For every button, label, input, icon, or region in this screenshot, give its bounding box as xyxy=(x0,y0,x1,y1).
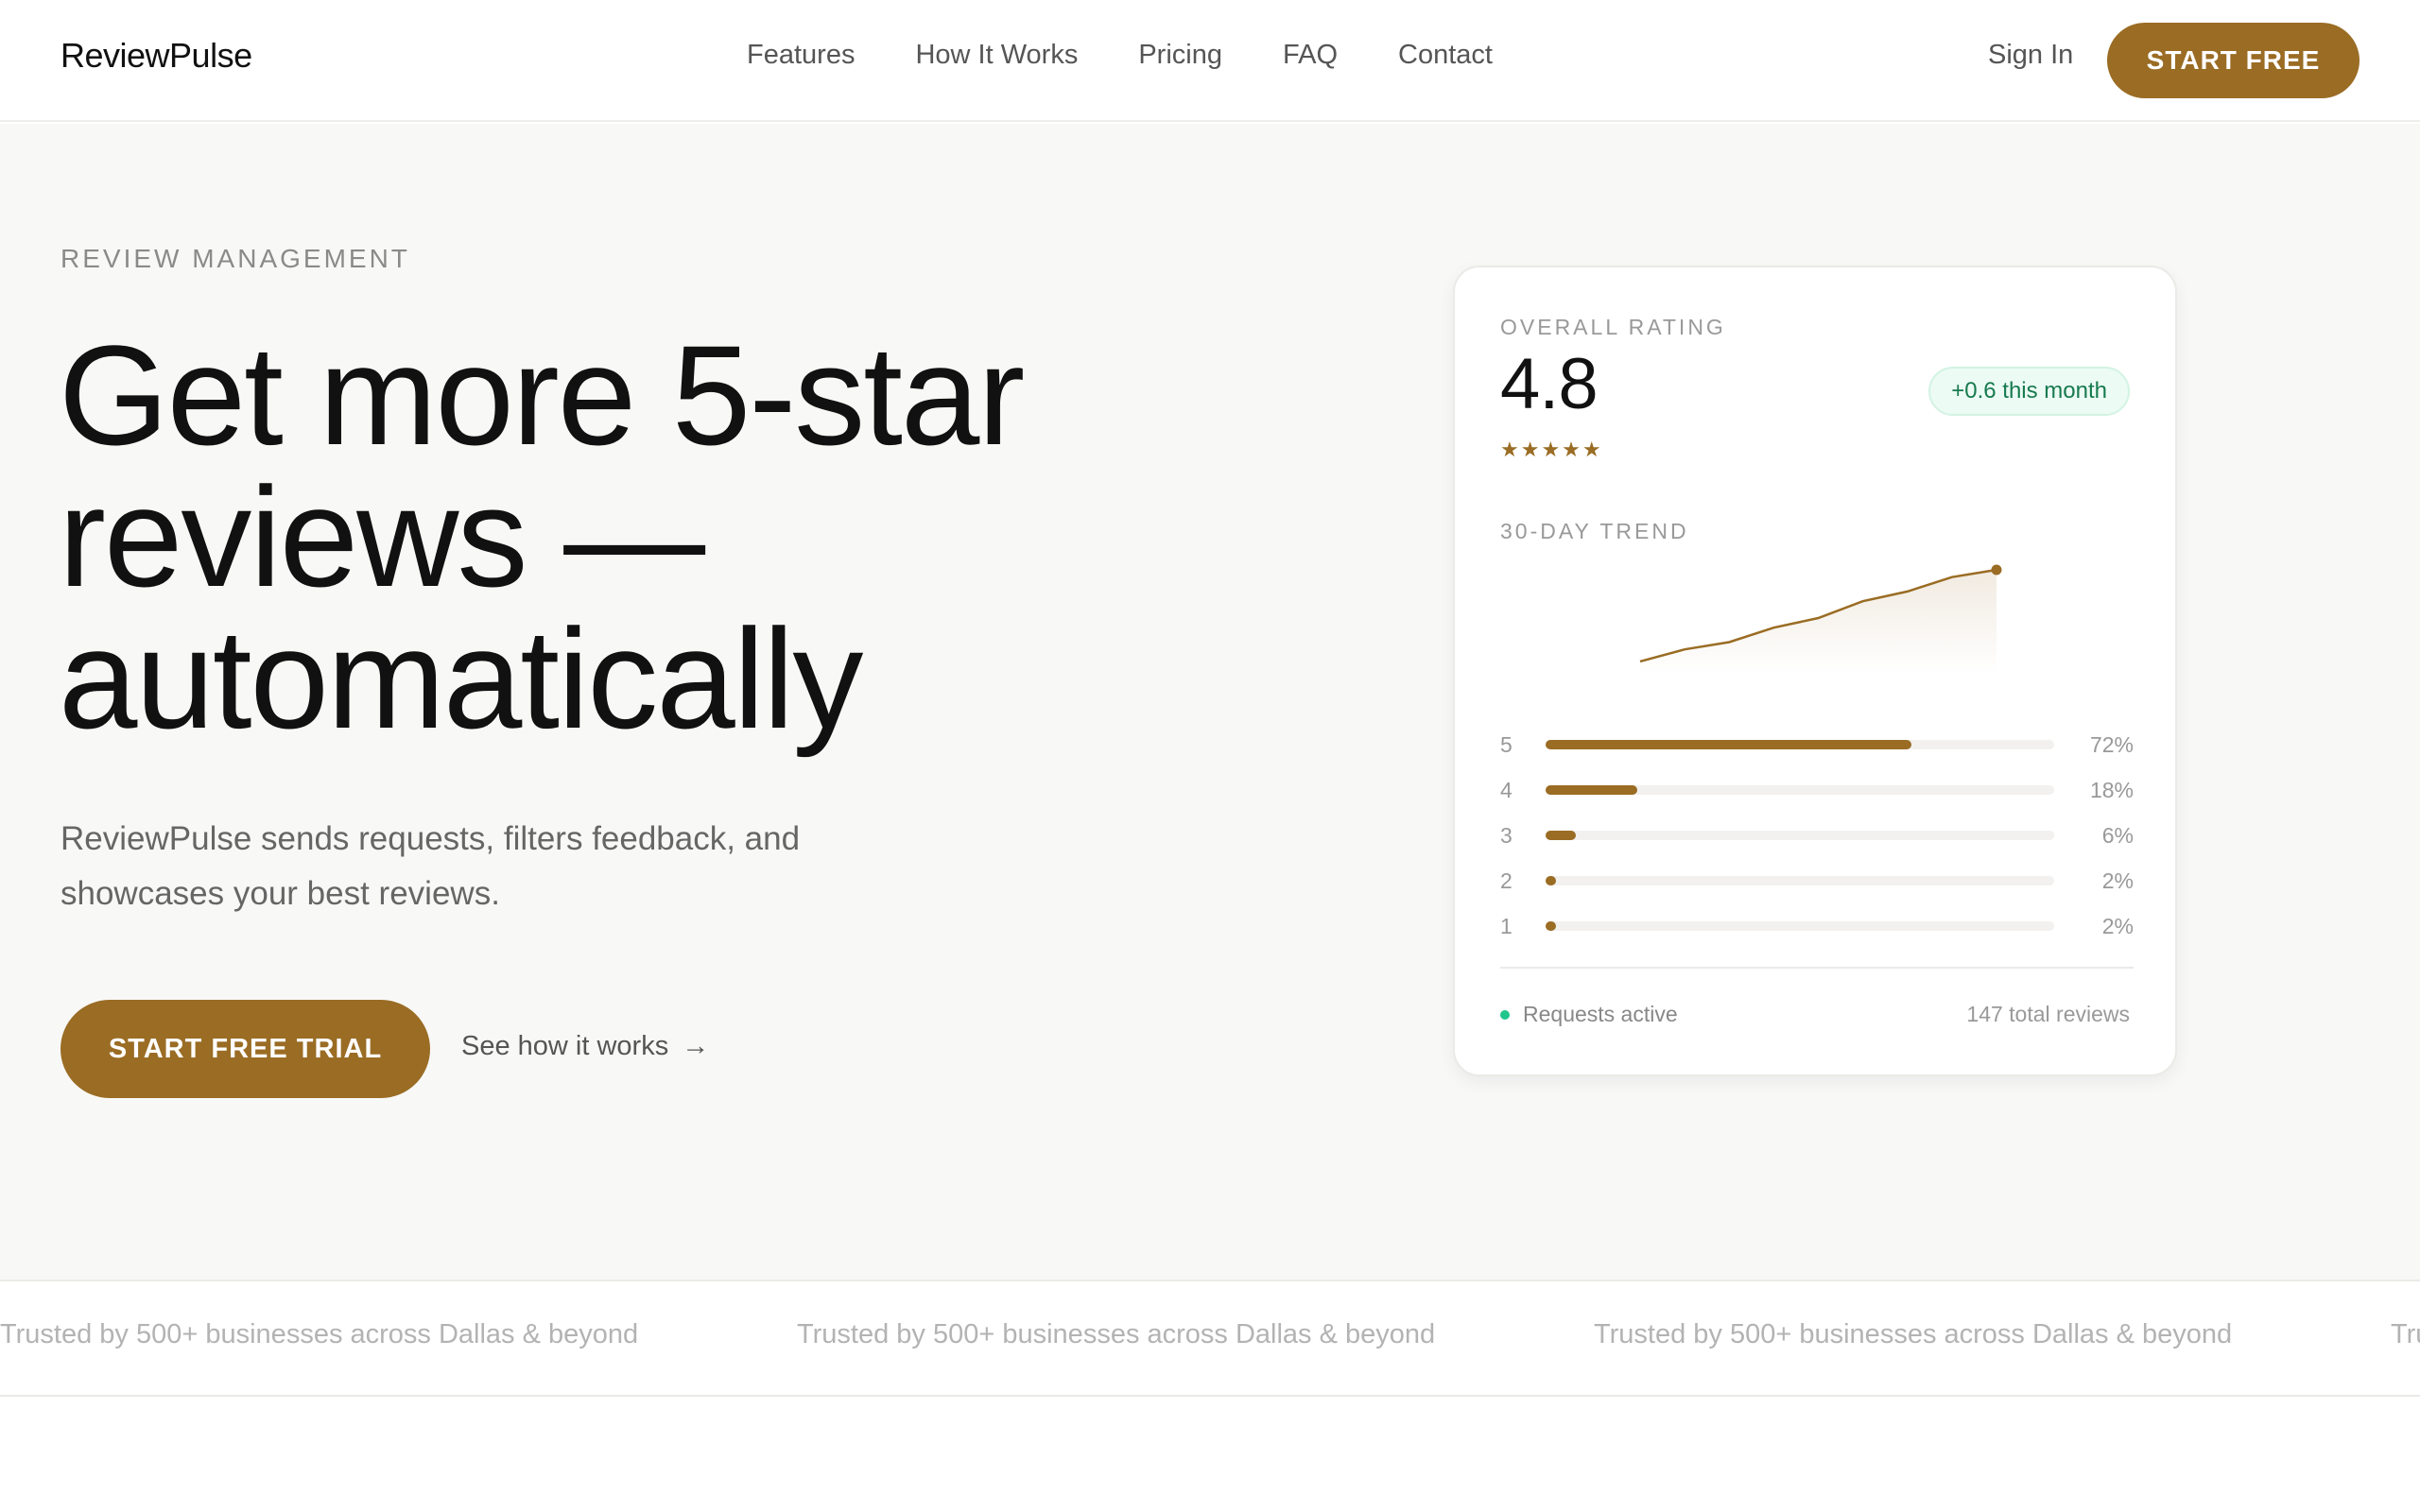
distribution-track xyxy=(1546,785,2054,795)
nav-links: Features How It Works Pricing FAQ Contac… xyxy=(747,40,1493,71)
trust-text: Trusted by 500+ businesses across Dallas… xyxy=(797,1319,1436,1349)
distribution-track xyxy=(1546,921,2054,931)
see-how-it-works-link[interactable]: See how it works → xyxy=(461,1031,709,1062)
distribution-stars: 4 xyxy=(1500,778,1512,802)
hero-subtext: ReviewPulse sends requests, filters feed… xyxy=(60,820,801,912)
top-navbar: ReviewPulse Features How It Works Pricin… xyxy=(0,0,2420,122)
distribution-stars: 2 xyxy=(1500,868,1512,893)
hero-eyebrow: REVIEW MANAGEMENT xyxy=(60,244,410,273)
trend-endpoint xyxy=(1991,564,2002,576)
distribution-percent: 2% xyxy=(2101,914,2134,938)
trust-text: Trusted by 500+ businesses across Dallas… xyxy=(2391,1319,2420,1349)
rating-change-badge: +0.6 this month xyxy=(1928,367,2130,416)
requests-status: Requests active xyxy=(1500,1002,1678,1027)
distribution-percent: 72% xyxy=(2089,732,2134,757)
distribution-fill xyxy=(1546,921,1556,931)
distribution-fill xyxy=(1546,831,1577,840)
status-text: Requests active xyxy=(1523,1002,1678,1026)
trend-area xyxy=(1640,570,1996,674)
rating-value: 4.8 xyxy=(1500,344,1599,424)
hero-headline: Get more 5-star reviews — automatically xyxy=(59,324,1193,749)
sign-in-link[interactable]: Sign In xyxy=(1988,40,2073,71)
rating-card: OVERALL RATING 4.8 ★★★★★ +0.6 this month… xyxy=(1453,266,2177,1076)
start-free-trial-button[interactable]: START FREE TRIAL xyxy=(60,1000,430,1098)
nav-link-faq[interactable]: FAQ xyxy=(1283,40,1338,71)
logo[interactable]: ReviewPulse xyxy=(60,36,252,76)
start-free-button[interactable]: START FREE xyxy=(2107,23,2360,98)
rating-distribution: 5 72% 4 18% 3 6% 2 2% 1 2% xyxy=(1500,732,2134,959)
card-divider xyxy=(1500,967,2134,969)
distribution-stars: 5 xyxy=(1500,732,1512,757)
hero-section: REVIEW MANAGEMENT Get more 5-star review… xyxy=(0,124,2420,1280)
distribution-track xyxy=(1546,876,2054,885)
star-rating-icon: ★★★★★ xyxy=(1500,438,1603,461)
distribution-row-1: 1 2% xyxy=(1500,914,2134,959)
see-how-label: See how it works xyxy=(461,1031,669,1061)
distribution-fill xyxy=(1546,785,1637,795)
distribution-fill xyxy=(1546,740,1912,749)
distribution-row-2: 2 2% xyxy=(1500,868,2134,914)
trust-marquee: Trusted by 500+ businesses across Dallas… xyxy=(0,1280,2420,1397)
nav-link-features[interactable]: Features xyxy=(747,40,855,71)
trust-text: Trusted by 500+ businesses across Dallas… xyxy=(1594,1319,2233,1349)
arrow-right-icon: → xyxy=(682,1031,710,1061)
trend-label: 30-DAY TREND xyxy=(1500,519,1689,543)
distribution-row-4: 4 18% xyxy=(1500,778,2134,823)
trust-text: Trusted by 500+ businesses across Dallas… xyxy=(0,1319,639,1349)
headline-line-3: automatically xyxy=(59,599,863,758)
overall-rating-label: OVERALL RATING xyxy=(1500,315,1726,339)
nav-link-contact[interactable]: Contact xyxy=(1398,40,1493,71)
distribution-row-5: 5 72% xyxy=(1500,732,2134,778)
nav-link-pricing[interactable]: Pricing xyxy=(1138,40,1222,71)
headline-line-2: reviews — xyxy=(59,457,705,616)
distribution-track xyxy=(1546,831,2054,840)
total-reviews: 147 total reviews xyxy=(1966,1002,2130,1026)
distribution-percent: 18% xyxy=(2089,778,2134,802)
trend-chart xyxy=(1639,564,2002,674)
distribution-fill xyxy=(1546,876,1556,885)
nav-link-how-it-works[interactable]: How It Works xyxy=(915,40,1078,71)
distribution-stars: 3 xyxy=(1500,823,1512,848)
distribution-row-3: 3 6% xyxy=(1500,823,2134,868)
status-dot-icon xyxy=(1500,1009,1510,1020)
distribution-track xyxy=(1546,740,2054,749)
distribution-percent: 2% xyxy=(2101,868,2134,893)
distribution-stars: 1 xyxy=(1500,914,1512,938)
distribution-percent: 6% xyxy=(2101,823,2134,848)
headline-line-1: Get more 5-star xyxy=(59,316,1025,474)
